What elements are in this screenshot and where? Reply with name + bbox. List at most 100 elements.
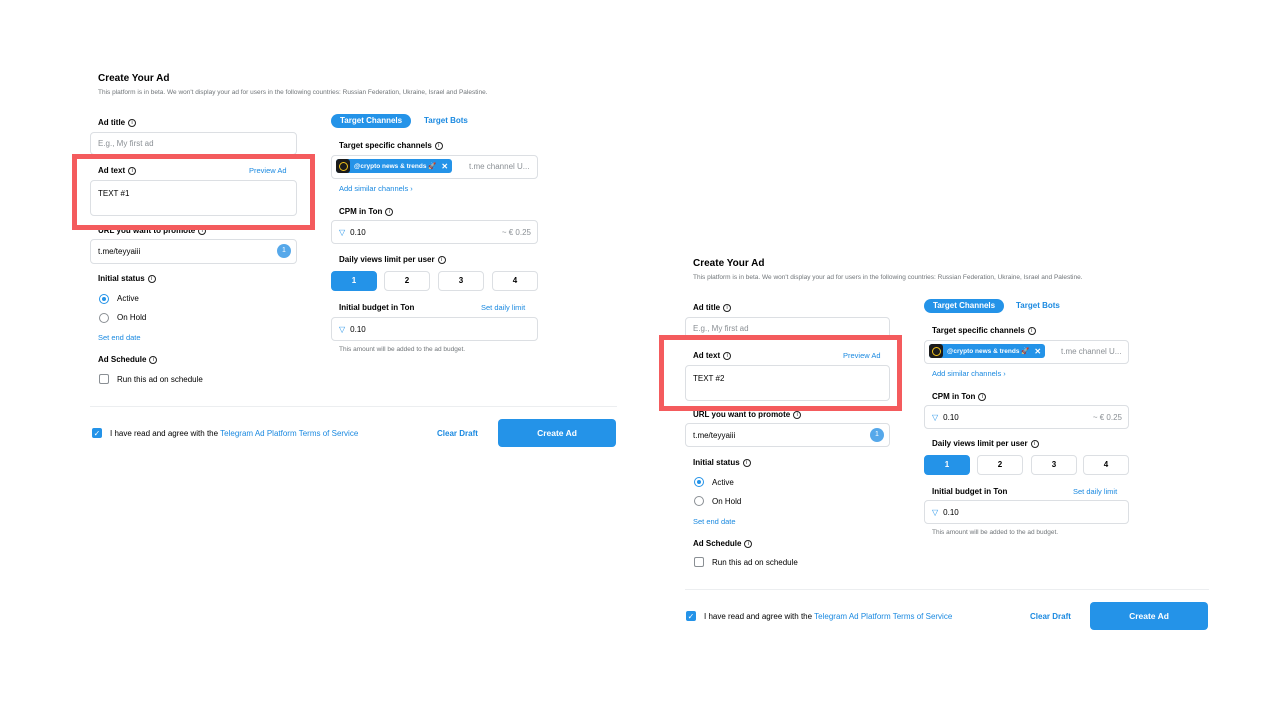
ad-title-input[interactable]: E.g., My first ad xyxy=(90,132,297,155)
set-end-date-link[interactable]: Set end date xyxy=(98,333,141,342)
check-icon: ✓ xyxy=(93,429,101,438)
status-active-label: Active xyxy=(117,294,139,303)
url-input[interactable]: t.me/teyyaiii xyxy=(90,239,297,264)
info-icon[interactable]: i xyxy=(744,539,753,548)
url-input[interactable]: t.me/teyyaiii xyxy=(685,423,890,447)
budget-note: This amount will be added to the ad budg… xyxy=(339,346,466,353)
tab-target-bots[interactable]: Target Bots xyxy=(1007,299,1069,313)
ad-text-label: Ad text i xyxy=(693,351,732,360)
schedule-checkbox-label: Run this ad on schedule xyxy=(712,558,798,567)
page-title: Create Your Ad xyxy=(98,73,170,84)
info-icon[interactable]: i xyxy=(149,355,158,364)
info-icon[interactable]: i xyxy=(198,226,207,235)
clear-draft-button[interactable]: Clear Draft xyxy=(1030,612,1071,621)
target-channels-input[interactable]: @crypto news & trends 🚀 ✕ t.me channel U… xyxy=(924,340,1129,364)
set-daily-limit-link[interactable]: Set daily limit xyxy=(1073,487,1117,496)
budget-note: This amount will be added to the ad budg… xyxy=(932,529,1059,536)
info-icon[interactable]: i xyxy=(742,458,751,467)
add-similar-channels-link[interactable]: Add similar channels › xyxy=(339,184,413,193)
ad-title-input[interactable]: E.g., My first ad xyxy=(685,317,890,340)
schedule-checkbox[interactable] xyxy=(694,557,704,567)
info-icon[interactable]: i xyxy=(128,118,137,127)
daily-views-option-1[interactable]: 1 xyxy=(331,271,377,291)
daily-views-option-2[interactable]: 2 xyxy=(384,271,430,291)
ton-icon: ▽ xyxy=(339,324,346,334)
cpm-label: CPM in Ton i xyxy=(339,207,394,216)
channel-avatar-icon xyxy=(929,344,943,358)
daily-views-option-3[interactable]: 3 xyxy=(438,271,484,291)
info-icon[interactable]: i xyxy=(1027,326,1036,335)
url-count-badge: 1 xyxy=(277,244,291,258)
clear-draft-button[interactable]: Clear Draft xyxy=(437,429,478,438)
status-active-label: Active xyxy=(712,478,734,487)
channel-chip[interactable]: @crypto news & trends 🚀 ✕ xyxy=(929,344,1046,358)
target-channels-label: Target specific channels i xyxy=(339,141,443,150)
ton-icon: ▽ xyxy=(932,507,939,517)
page-title: Create Your Ad xyxy=(693,258,765,269)
status-on-hold-label: On Hold xyxy=(117,313,147,322)
beta-notice: This platform is in beta. We won't displ… xyxy=(693,274,1083,281)
info-icon[interactable]: i xyxy=(434,141,443,150)
info-icon[interactable]: i xyxy=(793,410,802,419)
close-icon[interactable]: ✕ xyxy=(1034,347,1041,356)
ad-text-label: Ad text i xyxy=(98,166,137,175)
tab-target-channels[interactable]: Target Channels xyxy=(331,114,412,128)
initial-budget-input[interactable]: ▽ 0.10 xyxy=(331,317,538,341)
ton-icon: ▽ xyxy=(932,412,939,422)
status-on-hold-label: On Hold xyxy=(712,497,742,506)
ton-icon: ▽ xyxy=(339,227,346,237)
daily-views-option-1[interactable]: 1 xyxy=(924,455,970,475)
target-channels-input[interactable]: @crypto news & trends 🚀 ✕ t.me channel U… xyxy=(331,155,538,179)
initial-budget-input[interactable]: ▽ 0.10 xyxy=(924,500,1129,524)
tab-target-channels[interactable]: Target Channels xyxy=(924,299,1005,313)
info-icon[interactable]: i xyxy=(723,303,732,312)
info-icon[interactable]: i xyxy=(978,392,987,401)
status-on-hold-radio[interactable] xyxy=(694,496,704,506)
channel-chip[interactable]: @crypto news & trends 🚀 ✕ xyxy=(336,159,453,173)
ad-text-input[interactable]: TEXT #2 xyxy=(685,365,890,401)
divider xyxy=(90,406,617,407)
cpm-input[interactable]: ▽ 0.10 ~ € 0.25 xyxy=(331,220,538,244)
info-icon[interactable]: i xyxy=(723,351,732,360)
agree-checkbox[interactable]: ✓ xyxy=(92,428,102,438)
info-icon[interactable]: i xyxy=(147,274,156,283)
daily-views-option-2[interactable]: 2 xyxy=(977,455,1023,475)
schedule-checkbox-label: Run this ad on schedule xyxy=(117,375,203,384)
agree-checkbox[interactable]: ✓ xyxy=(686,611,696,621)
daily-views-option-4[interactable]: 4 xyxy=(1083,455,1129,475)
info-icon[interactable]: i xyxy=(1030,439,1039,448)
daily-views-option-4[interactable]: 4 xyxy=(492,271,538,291)
schedule-checkbox[interactable] xyxy=(99,374,109,384)
status-active-radio[interactable] xyxy=(99,294,109,304)
add-similar-channels-link[interactable]: Add similar channels › xyxy=(932,369,1006,378)
close-icon[interactable]: ✕ xyxy=(441,162,448,171)
info-icon[interactable]: i xyxy=(385,207,394,216)
ad-schedule-label: Ad Schedule i xyxy=(693,539,753,548)
create-ad-button[interactable]: Create Ad xyxy=(498,419,616,447)
check-icon: ✓ xyxy=(687,612,695,621)
info-icon[interactable]: i xyxy=(437,255,446,264)
daily-views-option-3[interactable]: 3 xyxy=(1031,455,1077,475)
info-icon[interactable]: i xyxy=(128,166,137,175)
url-count-badge: 1 xyxy=(870,428,884,442)
target-channels-label: Target specific channels i xyxy=(932,326,1036,335)
agree-text: I have read and agree with the Telegram … xyxy=(110,429,359,438)
terms-link[interactable]: Telegram Ad Platform Terms of Service xyxy=(220,429,358,438)
cpm-equivalent: ~ € 0.25 xyxy=(501,227,531,237)
tab-target-bots[interactable]: Target Bots xyxy=(415,114,477,128)
preview-ad-link[interactable]: Preview Ad xyxy=(249,166,287,175)
terms-link[interactable]: Telegram Ad Platform Terms of Service xyxy=(814,612,952,621)
url-label: URL you want to promote i xyxy=(98,226,207,235)
status-active-radio[interactable] xyxy=(694,477,704,487)
ad-text-input[interactable]: TEXT #1 xyxy=(90,180,297,216)
ad-title-label: Ad title i xyxy=(693,303,732,312)
daily-views-label: Daily views limit per user i xyxy=(339,255,446,264)
set-daily-limit-link[interactable]: Set daily limit xyxy=(481,303,525,312)
daily-views-label: Daily views limit per user i xyxy=(932,439,1039,448)
cpm-input[interactable]: ▽ 0.10 ~ € 0.25 xyxy=(924,405,1129,429)
agree-text: I have read and agree with the Telegram … xyxy=(704,612,953,621)
create-ad-button[interactable]: Create Ad xyxy=(1090,602,1208,630)
status-on-hold-radio[interactable] xyxy=(99,313,109,323)
preview-ad-link[interactable]: Preview Ad xyxy=(843,351,881,360)
set-end-date-link[interactable]: Set end date xyxy=(693,517,736,526)
